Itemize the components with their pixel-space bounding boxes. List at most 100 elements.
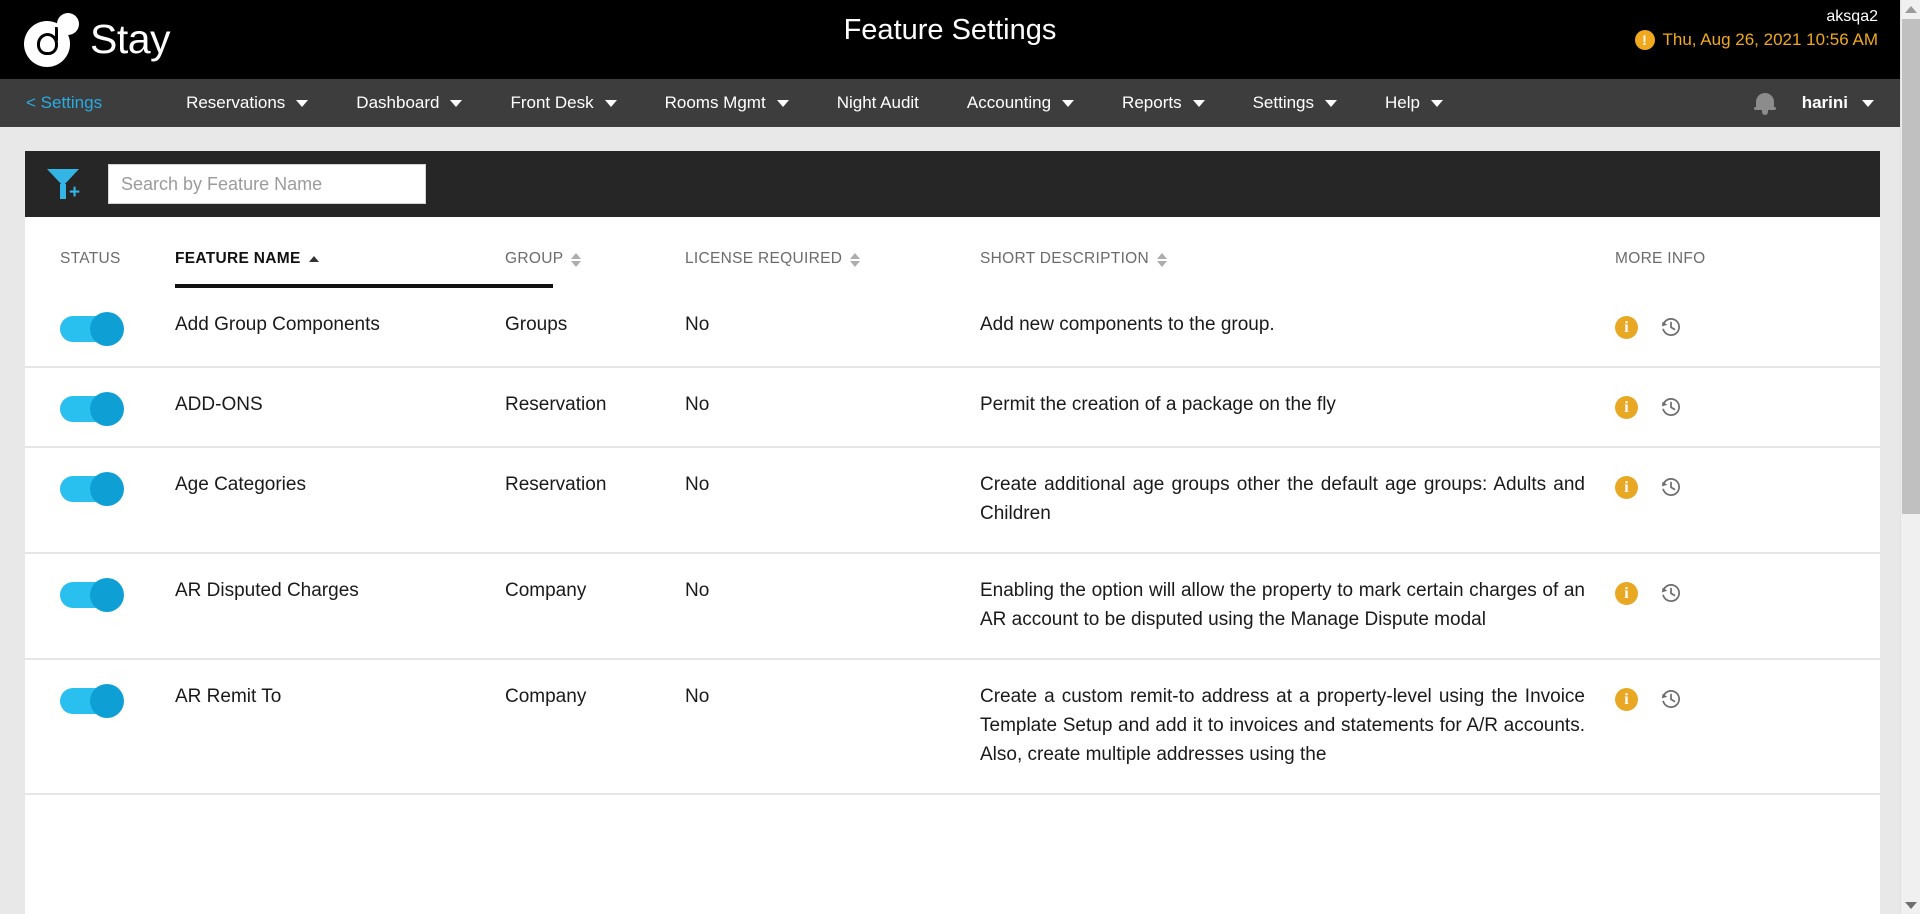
chevron-down-icon [777,100,789,107]
notification-bell-icon[interactable] [1754,91,1776,115]
nav-item-label: Reservations [186,93,285,113]
column-label: MORE INFO [1615,250,1706,268]
table-row: ADD-ONS Reservation No Permit the creati… [25,368,1880,448]
stay-logo-icon [24,11,88,67]
scroll-up-arrow-icon[interactable] [1901,0,1920,18]
cell-status [25,576,175,634]
nav-item-reservations[interactable]: Reservations [162,93,332,113]
nav-item-dashboard[interactable]: Dashboard [332,93,486,113]
cell-group: Company [505,682,685,769]
cell-feature-name: AR Remit To [175,682,505,769]
feature-status-toggle[interactable] [60,476,122,502]
sort-asc-icon [309,256,319,262]
history-icon[interactable] [1658,314,1684,340]
feature-status-toggle[interactable] [60,582,122,608]
search-input[interactable] [108,164,426,204]
column-label: LICENSE REQUIRED [685,250,842,268]
cell-group: Reservation [505,470,685,528]
history-icon[interactable] [1658,394,1684,420]
cell-more-info: i [1615,310,1870,342]
info-icon[interactable]: i [1615,396,1638,419]
info-icon[interactable]: i [1615,582,1638,605]
features-table: STATUS FEATURE NAME GROUP [25,217,1880,914]
nav-item-label: Reports [1122,93,1182,113]
info-icon[interactable]: i [1615,316,1638,339]
column-label: FEATURE NAME [175,250,301,268]
cell-status [25,682,175,769]
feature-status-toggle[interactable] [60,688,122,714]
history-icon[interactable] [1658,474,1684,500]
table-row: Age Categories Reservation No Create add… [25,448,1880,554]
table-row: AR Disputed Charges Company No Enabling … [25,554,1880,660]
chevron-down-icon [1431,100,1443,107]
chevron-down-icon [1325,100,1337,107]
cell-license-required: No [685,310,980,342]
account-info-block: aksqa2 ! Thu, Aug 26, 2021 10:56 AM [1635,7,1879,50]
nav-item-label: Dashboard [356,93,439,113]
brand-logo[interactable]: Stay [24,8,170,70]
feature-status-toggle[interactable] [60,316,122,342]
info-icon[interactable]: i [1615,476,1638,499]
chevron-down-icon [1862,100,1874,107]
sort-toggle-icon [850,253,860,267]
nav-right-group: harini [1754,91,1874,115]
cell-feature-name: ADD-ONS [175,390,505,422]
add-filter-icon[interactable]: + [45,165,87,203]
column-label: GROUP [505,250,563,268]
history-icon[interactable] [1658,686,1684,712]
nav-item-label: Accounting [967,93,1051,113]
scrollbar-thumb[interactable] [1902,19,1920,514]
history-icon[interactable] [1658,580,1684,606]
column-label: SHORT DESCRIPTION [980,250,1149,268]
cell-feature-name: Age Categories [175,470,505,528]
column-header-feature-name[interactable]: FEATURE NAME [175,250,505,288]
cell-license-required: No [685,682,980,769]
scroll-down-arrow-icon[interactable] [1901,896,1920,914]
column-header-license-required[interactable]: LICENSE REQUIRED [685,250,980,288]
column-label: STATUS [60,250,121,268]
cell-license-required: No [685,390,980,422]
nav-item-help[interactable]: Help [1361,93,1467,113]
nav-item-label: Rooms Mgmt [665,93,766,113]
info-icon[interactable]: i [1615,688,1638,711]
brand-name: Stay [90,11,170,67]
cell-more-info: i [1615,390,1870,422]
column-header-short-description[interactable]: SHORT DESCRIPTION [980,250,1615,288]
cell-more-info: i [1615,682,1870,769]
cell-license-required: No [685,470,980,528]
business-date-text: Thu, Aug 26, 2021 10:56 AM [1663,30,1879,50]
main-navigation-bar: < Settings Reservations Dashboard Front … [0,79,1900,127]
nav-item-reports[interactable]: Reports [1098,93,1229,113]
nav-item-settings[interactable]: Settings [1229,93,1361,113]
column-header-more-info: MORE INFO [1615,250,1870,288]
page-scrollbar[interactable] [1900,0,1920,914]
nav-item-list: Reservations Dashboard Front Desk Rooms … [162,93,1754,113]
user-menu[interactable]: harini [1802,93,1874,113]
sort-toggle-icon [1157,253,1167,267]
nav-item-accounting[interactable]: Accounting [943,93,1098,113]
filter-toolbar: + [25,151,1880,217]
cell-status [25,470,175,528]
table-header-row: STATUS FEATURE NAME GROUP [25,217,1880,288]
nav-item-front-desk[interactable]: Front Desk [486,93,640,113]
column-header-group[interactable]: GROUP [505,250,685,288]
chevron-down-icon [605,100,617,107]
nav-item-label: Help [1385,93,1420,113]
back-to-settings-link[interactable]: < Settings [26,93,102,113]
nav-item-label: Night Audit [837,93,919,113]
feature-status-toggle[interactable] [60,396,122,422]
cell-more-info: i [1615,576,1870,634]
nav-item-night-audit[interactable]: Night Audit [813,93,943,113]
sort-toggle-icon [571,253,581,267]
alert-warning-icon[interactable]: ! [1635,30,1655,50]
cell-short-description: Enabling the option will allow the prope… [980,576,1615,634]
cell-short-description: Create additional age groups other the d… [980,470,1615,528]
nav-item-label: Settings [1253,93,1314,113]
table-row: Add Group Components Groups No Add new c… [25,288,1880,368]
account-name: aksqa2 [1635,7,1879,27]
nav-item-rooms-mgmt[interactable]: Rooms Mgmt [641,93,813,113]
cell-more-info: i [1615,470,1870,528]
cell-group: Reservation [505,390,685,422]
cell-status [25,310,175,342]
chevron-down-icon [1062,100,1074,107]
